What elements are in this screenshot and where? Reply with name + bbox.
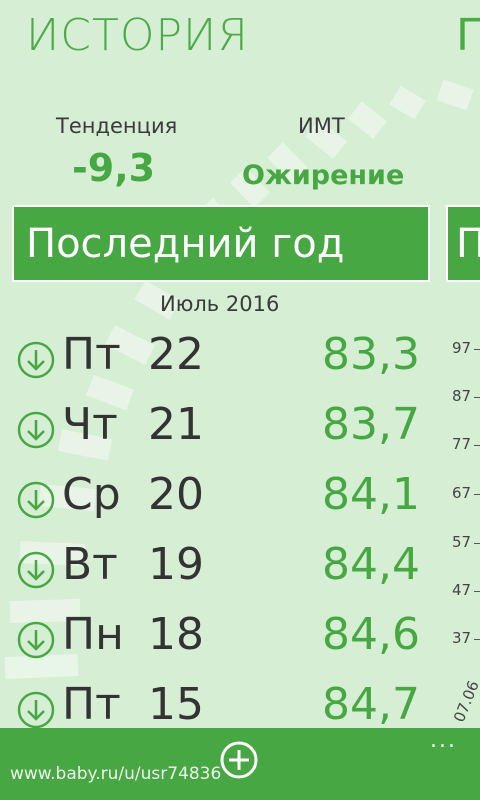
more-menu-button[interactable]: ... xyxy=(430,728,457,753)
trend-value: -9,3 xyxy=(72,146,156,190)
entry-weight: 84,1 xyxy=(322,469,420,520)
next-period-selector[interactable]: П xyxy=(446,205,480,282)
weight-entry-row[interactable]: Чт 21 83,7 xyxy=(0,395,430,465)
axis-tick-label: 77 xyxy=(452,435,472,453)
entry-date: 21 xyxy=(148,399,204,450)
bmi-label: ИМТ xyxy=(298,114,345,138)
bmi-value: Ожирение xyxy=(242,160,405,191)
entry-date: 19 xyxy=(148,539,204,590)
axis-tick xyxy=(474,349,480,350)
plus-circle-icon[interactable] xyxy=(219,740,259,780)
arrow-down-circle-icon xyxy=(17,551,55,589)
next-period-label: П xyxy=(456,221,480,267)
axis-tick xyxy=(474,445,480,446)
axis-tick xyxy=(474,494,480,495)
arrow-down-circle-icon xyxy=(17,691,55,729)
axis-tick-label: 57 xyxy=(452,533,472,551)
entry-weight: 83,7 xyxy=(322,399,420,450)
entry-weight: 83,3 xyxy=(322,329,420,380)
entry-date: 22 xyxy=(148,329,204,380)
entry-weight: 84,6 xyxy=(322,609,420,660)
axis-tick xyxy=(474,397,480,398)
entry-date: 15 xyxy=(148,679,204,730)
axis-tick-label: 67 xyxy=(452,484,472,502)
axis-tick-label: 97 xyxy=(452,339,472,357)
entry-weight: 84,4 xyxy=(322,539,420,590)
axis-tick-label: 37 xyxy=(452,629,472,647)
period-label: Последний год xyxy=(26,221,345,267)
weight-entry-row[interactable]: Вт 19 84,4 xyxy=(0,535,430,605)
period-selector[interactable]: Последний год xyxy=(12,205,430,282)
weight-entry-row[interactable]: Ср 20 84,1 xyxy=(0,465,430,535)
month-header: Июль 2016 xyxy=(160,292,280,316)
arrow-down-circle-icon xyxy=(17,481,55,519)
entry-date: 18 xyxy=(148,609,204,660)
entry-day: Пн xyxy=(62,609,124,660)
entry-day: Чт xyxy=(62,399,118,450)
watermark: www.baby.ru/u/usr74836 xyxy=(10,764,222,784)
entry-day: Пт xyxy=(62,329,121,380)
arrow-down-circle-icon xyxy=(17,341,55,379)
entry-day: Ср xyxy=(62,469,121,520)
entry-day: Пт xyxy=(62,679,121,730)
page-title: ИСТОРИЯ xyxy=(26,10,249,61)
axis-tick-label: 87 xyxy=(452,387,472,405)
axis-tick xyxy=(474,543,480,544)
axis-tick-label: 47 xyxy=(452,581,472,599)
axis-tick xyxy=(474,639,480,640)
entry-weight: 84,7 xyxy=(322,679,420,730)
weight-entry-row[interactable]: Пн 18 84,6 xyxy=(0,605,430,675)
arrow-down-circle-icon xyxy=(17,411,55,449)
next-pivot-title[interactable]: Г xyxy=(456,10,480,61)
trend-label: Тенденция xyxy=(56,114,178,138)
weight-entry-row[interactable]: Пт 22 83,3 xyxy=(0,325,430,395)
entry-day: Вт xyxy=(62,539,118,590)
entry-date: 20 xyxy=(148,469,204,520)
axis-tick xyxy=(474,591,480,592)
arrow-down-circle-icon xyxy=(17,621,55,659)
